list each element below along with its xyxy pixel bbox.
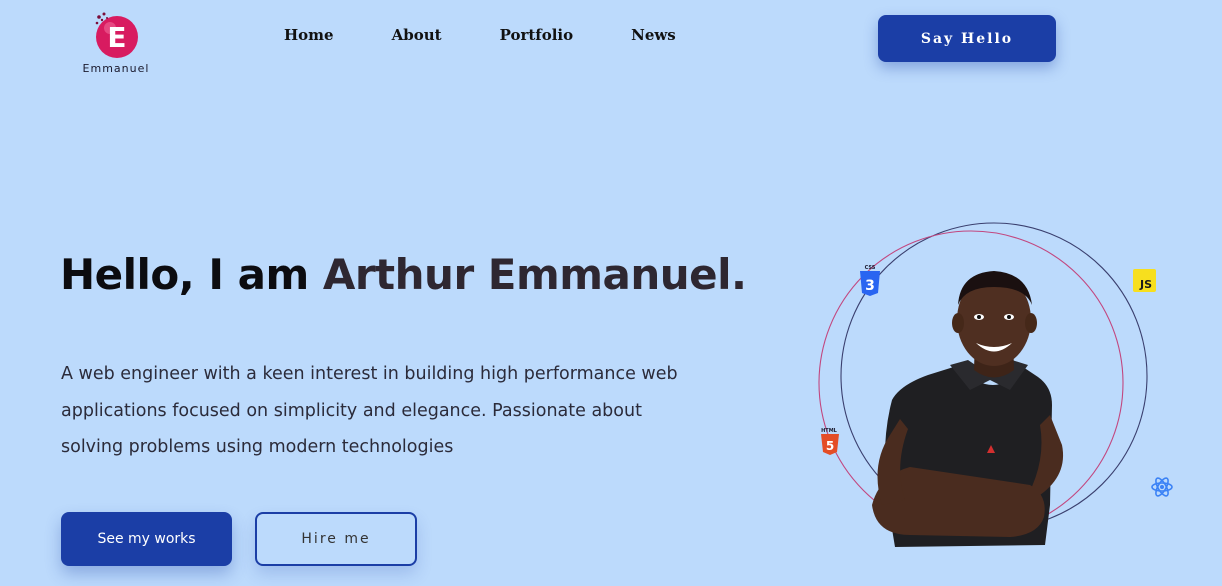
e-letter-logo-icon: E	[93, 10, 139, 60]
person-portrait-icon	[872, 271, 1064, 547]
css3-icon: CSS 3	[860, 265, 880, 296]
nav-news[interactable]: News	[631, 26, 676, 44]
nav-portfolio[interactable]: Portfolio	[500, 26, 574, 44]
nav-about[interactable]: About	[392, 26, 442, 44]
javascript-icon: JS	[1133, 269, 1156, 292]
brand-logo[interactable]: E Emmanuel	[80, 10, 152, 75]
see-my-works-button[interactable]: See my works	[61, 512, 232, 566]
svg-text:E: E	[107, 21, 126, 54]
say-hello-button[interactable]: Say Hello	[878, 15, 1056, 62]
hero-name: Arthur Emmanuel.	[322, 250, 747, 299]
react-icon	[1151, 477, 1173, 497]
hero-headline: Hello, I am Arthur Emmanuel.	[60, 250, 747, 299]
hero-greeting: Hello, I am	[60, 250, 323, 299]
svg-text:CSS: CSS	[865, 265, 876, 271]
svg-text:3: 3	[865, 278, 875, 294]
brand-caption: Emmanuel	[82, 62, 150, 75]
svg-text:5: 5	[826, 439, 834, 453]
nav-home[interactable]: Home	[284, 26, 334, 44]
hero-artwork: CSS 3 JS HTML 5	[800, 205, 1200, 565]
svg-text:JS: JS	[1139, 278, 1152, 291]
svg-text:HTML: HTML	[821, 428, 838, 434]
html5-icon: HTML 5	[821, 428, 839, 455]
hire-me-button[interactable]: Hire me	[255, 512, 417, 566]
main-nav: Home About Portfolio News	[284, 26, 676, 44]
hero-bio: A web engineer with a keen interest in b…	[61, 364, 678, 457]
